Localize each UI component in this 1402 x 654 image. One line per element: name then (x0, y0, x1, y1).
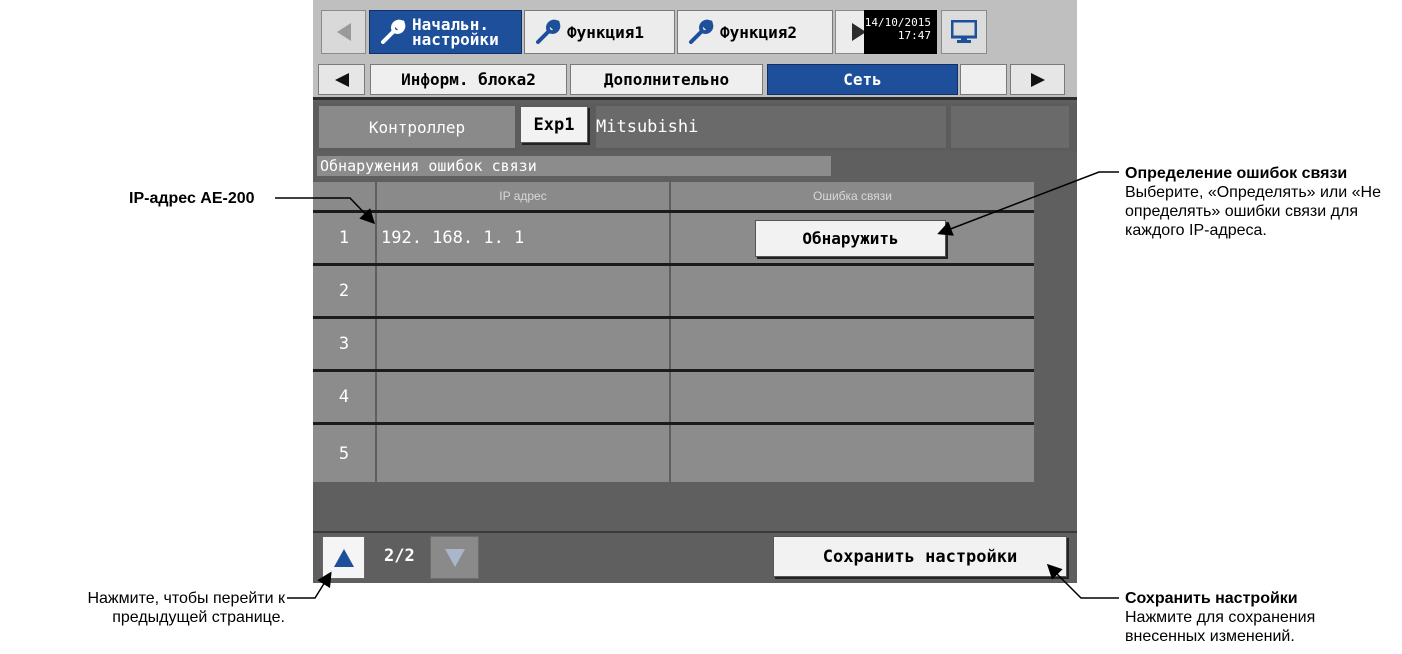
callout-leader-lines (275, 171, 1119, 599)
